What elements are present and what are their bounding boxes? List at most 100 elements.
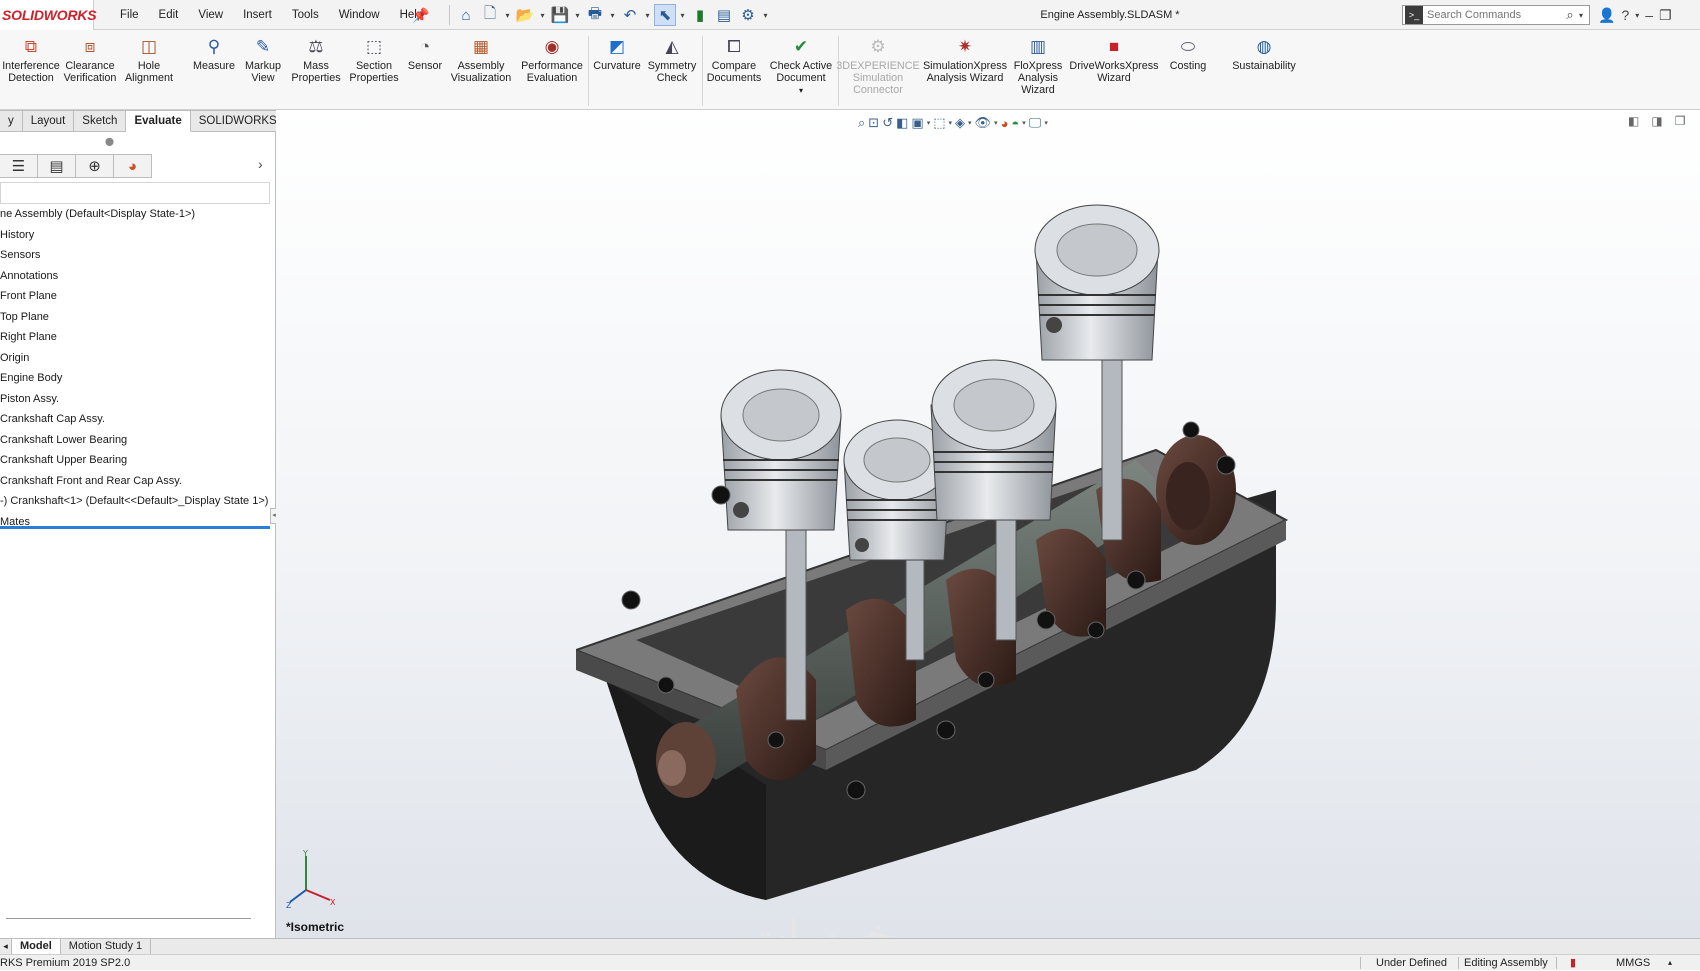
scene-dropdown-icon[interactable]: ▾: [1022, 119, 1026, 127]
tree-item-engine-body[interactable]: Engine Body: [0, 368, 276, 389]
annotation-dropdown-icon[interactable]: ▾: [927, 119, 931, 127]
user-icon[interactable]: 👤: [1598, 7, 1615, 24]
rebuild-status-icon[interactable]: ▮: [1570, 955, 1576, 971]
zoom-to-area-icon[interactable]: ⊡: [868, 115, 879, 131]
engine-assembly-model[interactable]: [576, 160, 1376, 920]
select-dropdown-icon[interactable]: ▾: [678, 11, 687, 20]
curvature-button[interactable]: ◩ Curvature: [592, 34, 642, 108]
tab-evaluate[interactable]: Evaluate: [126, 110, 191, 132]
check-dropdown-icon[interactable]: ▾: [799, 86, 803, 95]
feature-filter-input[interactable]: [0, 182, 270, 204]
graphics-area[interactable]: ⌕ ⊡ ↺ ◧ ▣ ▾ ⬚ ▾ ◈ ▾ 👁 ▾ ◕ ◓ ▾ 🖵 ▾ ◧ ◨ ❐: [276, 110, 1700, 938]
rollback-bar[interactable]: [0, 526, 270, 529]
help-icon[interactable]: ?: [1621, 7, 1629, 23]
simulationxpress-button[interactable]: ✷ SimulationXpress Analysis Wizard: [920, 34, 1010, 108]
tree-item-front-plane[interactable]: Front Plane: [0, 286, 276, 307]
symmetry-check-button[interactable]: ◭ Symmetry Check: [647, 34, 697, 108]
tab-sketch[interactable]: Sketch: [74, 110, 127, 132]
options-dropdown-icon[interactable]: ▾: [761, 11, 770, 20]
save-icon[interactable]: 💾: [549, 4, 571, 26]
display-style-dropdown-icon[interactable]: ▾: [968, 119, 972, 127]
sensor-button[interactable]: ◔ Sensor: [404, 34, 446, 108]
print-dropdown-icon[interactable]: ▾: [608, 11, 617, 20]
menu-edit[interactable]: Edit: [149, 0, 189, 30]
tab-layout[interactable]: Layout: [22, 110, 75, 132]
hole-alignment-button[interactable]: ◫ Hole Alignment: [124, 34, 174, 108]
sustainability-button[interactable]: ◍ Sustainability: [1226, 34, 1302, 108]
performance-evaluation-button[interactable]: ◉ Performance Evaluation: [520, 34, 584, 108]
section-properties-button[interactable]: ⬚ Section Properties: [347, 34, 401, 108]
new-dropdown-icon[interactable]: ▾: [503, 11, 512, 20]
tree-item-history[interactable]: History: [0, 225, 276, 246]
hide-show-dropdown-icon[interactable]: ▾: [994, 119, 998, 127]
section-view-icon[interactable]: ◧: [896, 115, 908, 131]
tree-item-top-plane[interactable]: Top Plane: [0, 307, 276, 328]
tree-item-right-plane[interactable]: Right Plane: [0, 327, 276, 348]
tab-scroll-icon[interactable]: ◂: [0, 939, 12, 954]
mass-properties-button[interactable]: ⚖ Mass Properties: [290, 34, 342, 108]
zoom-to-fit-icon[interactable]: ⌕: [858, 115, 865, 131]
display-manager-tab-icon[interactable]: ◕: [114, 154, 152, 178]
new-document-icon[interactable]: 🗋: [479, 4, 501, 26]
units-dropdown-icon[interactable]: ▴: [1668, 955, 1672, 971]
interference-detection-button[interactable]: ⧉ Interference Detection: [2, 34, 60, 108]
feature-tree-tab-icon[interactable]: ☰: [0, 154, 38, 178]
split-view-icon[interactable]: ◧: [1628, 114, 1639, 128]
chevron-right-icon[interactable]: ›: [258, 156, 263, 172]
view-settings-icon[interactable]: 🖵: [1029, 115, 1042, 131]
edit-appearance-icon[interactable]: ◕: [1001, 116, 1009, 131]
options-gear-icon[interactable]: ⚙: [737, 4, 759, 26]
home-icon[interactable]: ⌂: [455, 4, 477, 26]
tree-item-sensors[interactable]: Sensors: [0, 245, 276, 266]
compare-documents-button[interactable]: ⧠ Compare Documents: [704, 34, 764, 108]
pin-menu-icon[interactable]: 📌: [412, 7, 429, 24]
tree-item-origin[interactable]: Origin: [0, 348, 276, 369]
search-input[interactable]: [1425, 8, 1561, 22]
tree-item-crankshaft-upper-bearing[interactable]: Crankshaft Upper Bearing: [0, 450, 276, 471]
menu-file[interactable]: File: [110, 0, 149, 30]
rebuild-icon[interactable]: ▮: [689, 4, 711, 26]
tree-item-annotations[interactable]: Annotations: [0, 266, 276, 287]
configuration-manager-tab-icon[interactable]: ⊕: [76, 154, 114, 178]
tab-motion-study-1[interactable]: Motion Study 1: [61, 939, 152, 954]
command-prompt-icon[interactable]: >_: [1405, 6, 1423, 24]
tree-item-crankshaft[interactable]: -) Crankshaft<1> (Default<<Default>_Disp…: [0, 491, 276, 512]
property-manager-tab-icon[interactable]: ▤: [38, 154, 76, 178]
undo-icon[interactable]: ↶: [619, 4, 641, 26]
maximize-viewport-icon[interactable]: ❐: [1675, 114, 1686, 128]
menu-view[interactable]: View: [188, 0, 233, 30]
tree-item-crankshaft-front-rear-cap[interactable]: Crankshaft Front and Rear Cap Assy.: [0, 471, 276, 492]
menu-window[interactable]: Window: [329, 0, 390, 30]
floxpress-button[interactable]: ▥ FloXpress Analysis Wizard: [1012, 34, 1064, 108]
dynamic-annotation-icon[interactable]: ▣: [911, 115, 923, 131]
open-dropdown-icon[interactable]: ▾: [538, 11, 547, 20]
tree-root-assembly[interactable]: ne Assembly (Default<Display State-1>): [0, 204, 276, 225]
open-icon[interactable]: 📂: [514, 4, 536, 26]
orientation-dropdown-icon[interactable]: ▾: [949, 119, 953, 127]
clearance-verification-button[interactable]: ⧈ Clearance Verification: [62, 34, 118, 108]
tree-item-piston-assy[interactable]: Piston Assy.: [0, 389, 276, 410]
menu-insert[interactable]: Insert: [233, 0, 282, 30]
undo-dropdown-icon[interactable]: ▾: [643, 11, 652, 20]
tree-item-crankshaft-cap-assy[interactable]: Crankshaft Cap Assy.: [0, 409, 276, 430]
pane-grip-icon[interactable]: ⬤: [105, 137, 114, 146]
hide-show-items-icon[interactable]: 👁: [975, 115, 992, 131]
tab-assembly[interactable]: y: [0, 110, 23, 132]
tree-item-crankshaft-lower-bearing[interactable]: Crankshaft Lower Bearing: [0, 430, 276, 451]
display-style-icon[interactable]: ◈: [955, 115, 965, 131]
save-dropdown-icon[interactable]: ▾: [573, 11, 582, 20]
markup-view-button[interactable]: ✎ Markup View: [240, 34, 286, 108]
menu-tools[interactable]: Tools: [282, 0, 329, 30]
minimize-icon[interactable]: –: [1645, 7, 1653, 23]
simulation-connector-button[interactable]: ⚙ 3DEXPERIENCE Simulation Connector: [836, 34, 919, 108]
search-icon[interactable]: ⌕: [1561, 7, 1579, 23]
previous-view-icon[interactable]: ↺: [882, 115, 893, 131]
measure-button[interactable]: ⚲ Measure: [190, 34, 238, 108]
restore-icon[interactable]: ❐: [1659, 7, 1672, 24]
check-active-document-button[interactable]: ✔ Check Active Document ▾: [768, 34, 834, 108]
apply-scene-icon[interactable]: ◓: [1011, 116, 1019, 131]
driveworksxpress-button[interactable]: ■ DriveWorksXpress Wizard: [1068, 34, 1160, 108]
select-arrow-icon[interactable]: ⬉: [654, 4, 676, 26]
search-dropdown-icon[interactable]: ▾: [1579, 11, 1589, 20]
tab-model[interactable]: Model: [12, 939, 61, 954]
